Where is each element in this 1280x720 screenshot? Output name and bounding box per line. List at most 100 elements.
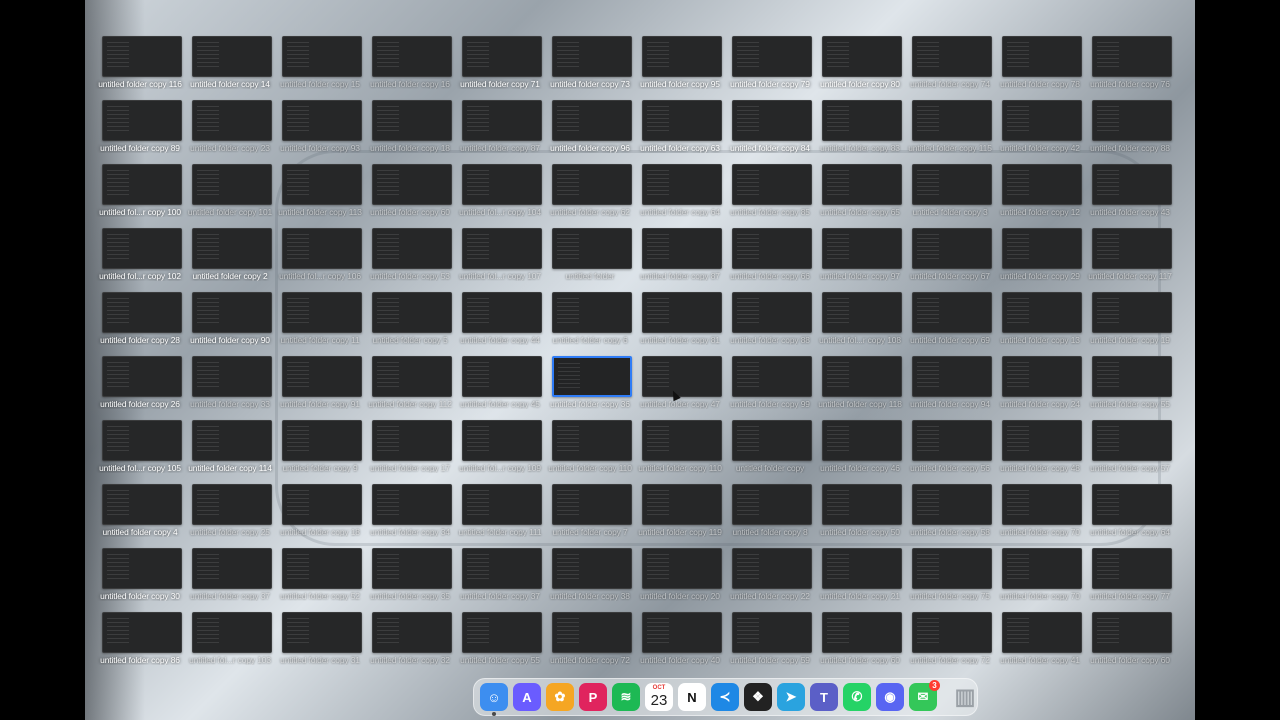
folder-item[interactable]: untitled folder copy 4	[95, 484, 185, 548]
messages-icon[interactable]: ✉ 3	[909, 680, 940, 711]
app-store-icon[interactable]: A	[513, 683, 541, 711]
folder-item[interactable]: untitled folder copy 96	[545, 100, 635, 164]
folder-item[interactable]: untitled folder copy 65	[815, 164, 905, 228]
folder-item[interactable]: untitled fol...r copy 104	[455, 164, 545, 228]
folder-item[interactable]: untitled folder copy 94	[905, 356, 995, 420]
folder-item[interactable]: untitled folder copy 115	[905, 100, 995, 164]
finder-icon[interactable]: ☺	[480, 683, 508, 716]
folder-item[interactable]: untitled folder copy 79	[725, 36, 815, 100]
folder-item[interactable]: untitled folder copy 87	[455, 100, 545, 164]
folder-item[interactable]: untitled folder copy 67	[905, 228, 995, 292]
folder-item[interactable]: untitled folder copy 8	[725, 484, 815, 548]
folder-item[interactable]: untitled folder copy 118	[815, 356, 905, 420]
folder-item[interactable]: untitled folder copy 93	[275, 100, 365, 164]
vscode-icon[interactable]: ≺	[711, 683, 739, 711]
folder-item[interactable]: untitled folder copy 44	[455, 292, 545, 356]
folder-item[interactable]: untitled folder copy 23	[185, 100, 275, 164]
folder-item[interactable]: untitled folder copy 40	[635, 612, 725, 676]
folder-item[interactable]: untitled folder copy 46	[815, 420, 905, 484]
folder-item[interactable]: untitled folder copy 101	[185, 164, 275, 228]
folder-item[interactable]: untitled folder copy 70	[995, 548, 1085, 612]
folder-item[interactable]: untitled folder copy 45	[455, 356, 545, 420]
folder-item[interactable]: untitled folder copy 13	[995, 292, 1085, 356]
folder-item[interactable]: untitled folder copy 41	[995, 612, 1085, 676]
folder-item[interactable]: untitled fol...r copy 102	[95, 228, 185, 292]
folder-item[interactable]: untitled folder copy 57	[1085, 420, 1175, 484]
folder-item[interactable]: untitled folder copy 36	[545, 356, 635, 420]
teams-icon[interactable]: T	[810, 683, 838, 711]
folder-item[interactable]: untitled folder copy 59	[725, 612, 815, 676]
folder-item[interactable]: untitled folder copy 18	[275, 484, 365, 548]
folder-item[interactable]: untitled folder copy 75	[905, 548, 995, 612]
folder-item[interactable]: untitled folder copy 17	[365, 420, 455, 484]
folder-item[interactable]: untitled folder copy 19	[1085, 292, 1175, 356]
folder-item[interactable]: untitled folder copy	[725, 420, 815, 484]
folder-item[interactable]: untitled folder copy 78	[995, 36, 1085, 100]
folder-item[interactable]: untitled folder copy 34	[365, 484, 455, 548]
folder-item[interactable]: untitled folder copy 60	[365, 164, 455, 228]
folder-item[interactable]: untitled folder copy 53	[365, 228, 455, 292]
discord-icon[interactable]: ◉	[876, 683, 904, 711]
folder-item[interactable]: untitled folder copy 66	[725, 228, 815, 292]
folder-item[interactable]: untitled folder copy 42	[995, 100, 1085, 164]
folder-item[interactable]: untitled folder copy 21	[815, 548, 905, 612]
folder-item[interactable]: untitled folder copy 50	[815, 484, 905, 548]
folder-item[interactable]: untitled folder copy 55	[455, 612, 545, 676]
folder-item[interactable]: untitled folder copy 55	[1085, 356, 1175, 420]
toolbox-icon[interactable]: P	[579, 683, 607, 711]
folder-item[interactable]: untitled folder copy 73	[545, 36, 635, 100]
folder-item[interactable]: untitled folder copy 60	[815, 612, 905, 676]
folder-item[interactable]: untitled folder copy 35	[365, 548, 455, 612]
folder-item[interactable]: untitled folder copy 12	[995, 164, 1085, 228]
folder-item[interactable]: untitled fol...r copy 105	[95, 420, 185, 484]
folder-item[interactable]: untitled folder copy 74	[905, 36, 995, 100]
folder-item[interactable]: untitled folder copy 89	[95, 100, 185, 164]
folder-item[interactable]: untitled folder copy 81	[635, 292, 725, 356]
folder-item[interactable]: untitled folder copy 3	[905, 164, 995, 228]
folder-item[interactable]: untitled folder copy 32	[365, 612, 455, 676]
folder-item[interactable]: untitled folder copy 91	[275, 356, 365, 420]
folder-item[interactable]: untitled folder copy 90	[185, 292, 275, 356]
folder-item[interactable]: untitled folder copy 87	[635, 228, 725, 292]
folder-item[interactable]: untitled folder copy 84	[725, 100, 815, 164]
folder-item[interactable]: untitled folder copy 48	[995, 420, 1085, 484]
folder-item[interactable]: untitled folder copy 77	[1085, 548, 1175, 612]
folder-item[interactable]: untitled folder copy 22	[725, 548, 815, 612]
folder-item[interactable]: untitled folder copy 7	[545, 484, 635, 548]
folder-item[interactable]: untitled folder copy 71	[455, 36, 545, 100]
calendar-icon[interactable]: OCT 23	[645, 683, 673, 711]
folder-item[interactable]: untitled folder copy 76	[1085, 36, 1175, 100]
folder-item[interactable]: untitled folder copy 38	[545, 548, 635, 612]
folder-item[interactable]: untitled folder copy 58	[905, 484, 995, 548]
folder-item[interactable]: untitled fol...r copy 107	[455, 228, 545, 292]
folder-item[interactable]: untitled folder copy 47	[635, 356, 725, 420]
folder-item[interactable]: untitled folder copy 99	[725, 356, 815, 420]
folder-item[interactable]: untitled folder copy 110	[635, 420, 725, 484]
folder-item[interactable]: untitled folder copy 25	[185, 484, 275, 548]
folder-item[interactable]: untitled folder copy 5	[365, 292, 455, 356]
folder-item[interactable]: untitled folder copy 2	[185, 228, 275, 292]
telegram-icon[interactable]: ➤	[777, 683, 805, 711]
folder-item[interactable]: untitled folder copy 80	[815, 36, 905, 100]
folder-item[interactable]: untitled folder copy 110	[545, 420, 635, 484]
folder-item[interactable]: untitled folder copy 52	[275, 548, 365, 612]
folder-item[interactable]: untitled folder copy 64	[635, 164, 725, 228]
figma-icon[interactable]: ❖	[744, 683, 772, 711]
folder-item[interactable]: untitled folder copy 43	[1085, 164, 1175, 228]
folder-item[interactable]: untitled folder copy 15	[275, 36, 365, 100]
folder-item[interactable]: untitled folder copy 85	[725, 164, 815, 228]
folder-item[interactable]: untitled fol...r copy 103	[185, 612, 275, 676]
folder-item[interactable]: untitled folder copy 112	[365, 356, 455, 420]
whatsapp-icon[interactable]: ✆	[843, 683, 871, 711]
spotify-icon[interactable]: ≋	[612, 683, 640, 711]
folder-item[interactable]: untitled folder copy 86	[95, 612, 185, 676]
folder-item[interactable]: untitled folder copy 88	[1085, 100, 1175, 164]
folder-item[interactable]: untitled folder copy 111	[455, 484, 545, 548]
folder-item[interactable]: untitled folder copy 72	[545, 612, 635, 676]
folder-item[interactable]: untitled folder copy 29	[995, 228, 1085, 292]
folder-item[interactable]: untitled folder copy 28	[95, 292, 185, 356]
folder-item[interactable]: untitled folder copy 119	[635, 484, 725, 548]
folder-item[interactable]: untitled folder copy 33	[185, 356, 275, 420]
folder-item[interactable]: untitled fol...r copy 100	[95, 164, 185, 228]
folder-item[interactable]: untitled folder copy 20	[635, 548, 725, 612]
